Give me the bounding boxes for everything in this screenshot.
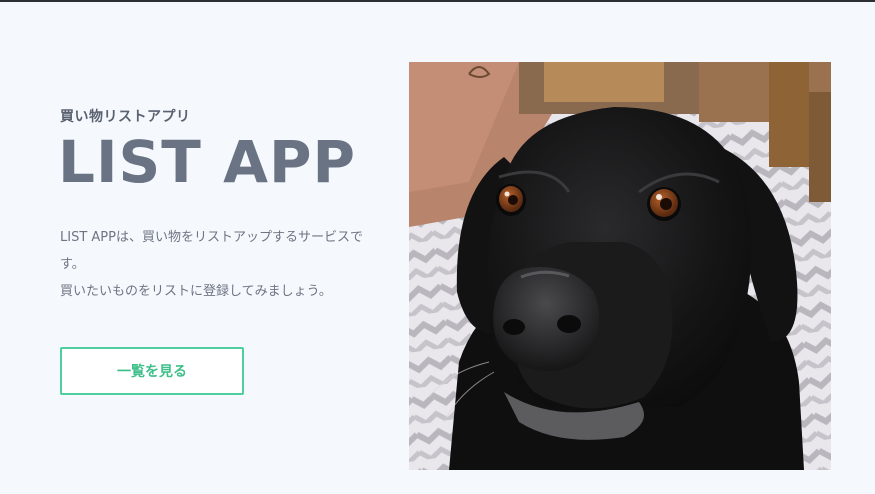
description-line-2: 買いたいものをリストに登録してみましょう。 bbox=[60, 284, 332, 299]
description-line-1: LIST APPは、買い物をリストアップするサービスです。 bbox=[60, 230, 363, 272]
hero-subtitle: 買い物リストアプリ bbox=[60, 109, 191, 125]
hero-title: LIST APP bbox=[58, 128, 356, 196]
top-border bbox=[0, 0, 875, 2]
view-list-button[interactable]: 一覧を見る bbox=[60, 347, 244, 395]
hero-dog-image bbox=[409, 62, 831, 470]
hero-description: LIST APPは、買い物をリストアップするサービスです。 買いたいものをリスト… bbox=[60, 224, 385, 305]
